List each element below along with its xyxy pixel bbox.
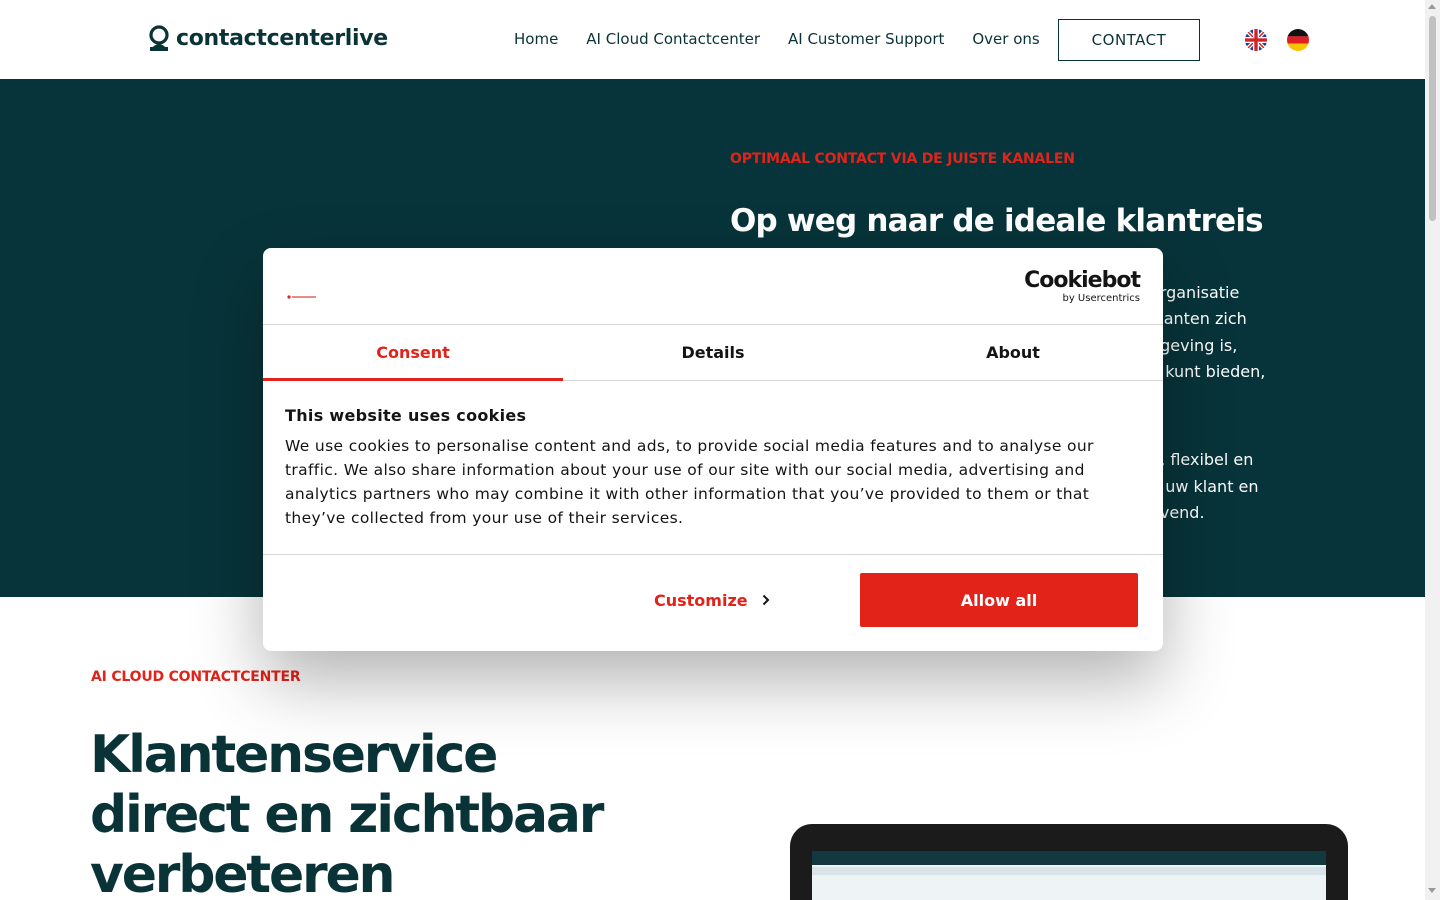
tab-about[interactable]: About — [863, 325, 1163, 380]
hero-text-line: n uw klant en — [1150, 477, 1259, 496]
section-title: Klantenservice direct en zichtbaar verbe… — [90, 725, 650, 900]
hero-text-line: ngeving is, — [1150, 336, 1238, 355]
german-flag-icon[interactable] — [1287, 29, 1309, 51]
nav-over-ons[interactable]: Over ons — [972, 30, 1039, 48]
contact-button[interactable]: CONTACT — [1058, 19, 1200, 61]
nav-home[interactable]: Home — [514, 30, 558, 48]
main-nav: Home AI Cloud Contactcenter AI Customer … — [514, 30, 1040, 48]
tab-consent[interactable]: Consent — [263, 325, 563, 380]
scrollbar-thumb[interactable] — [1429, 16, 1436, 221]
cookie-tabs: Consent Details About — [263, 325, 1163, 381]
site-header: contactcenterlive Home AI Cloud Contactc… — [0, 0, 1425, 79]
customize-button[interactable]: Customize — [654, 591, 770, 610]
hero-text-line: organisatie — [1150, 283, 1240, 302]
cookie-consent-dialog: Cookiebot by Usercentrics Consent Detail… — [263, 248, 1163, 651]
cookie-dialog-header: Cookiebot by Usercentrics — [263, 248, 1163, 325]
hero-text-line: g, flexibel en — [1150, 450, 1254, 469]
hero-title: Op weg naar de ideale klantreis — [730, 203, 1264, 239]
site-logo[interactable]: contactcenterlive — [148, 25, 388, 51]
cookiebot-logo[interactable]: Cookiebot by Usercentrics — [1024, 268, 1141, 305]
active-tab-indicator — [263, 378, 563, 381]
hero-text-line: g kunt bieden, — [1150, 362, 1266, 381]
tablet-mockup-image — [790, 824, 1348, 900]
dashboard-screenshot — [812, 851, 1326, 900]
scroll-up-icon[interactable] — [1428, 4, 1436, 9]
tab-details[interactable]: Details — [563, 325, 863, 380]
cookiebot-sub: by Usercentrics — [1062, 293, 1140, 304]
person-icon — [148, 25, 170, 51]
cookiebot-name: Cookiebot — [1024, 268, 1141, 293]
section-eyebrow: AI CLOUD CONTACTCENTER — [91, 669, 301, 685]
nav-ai-customer-support[interactable]: AI Customer Support — [788, 30, 944, 48]
logo-text: contactcenterlive — [176, 25, 388, 51]
allow-all-button[interactable]: Allow all — [860, 573, 1138, 627]
customize-label: Customize — [654, 591, 748, 610]
cookie-title: This website uses cookies — [285, 406, 527, 425]
section-title-line: direct en zichtbaar — [90, 785, 604, 845]
section-title-line: Klantenservice — [90, 725, 498, 785]
hero-text-line: klanten zich — [1150, 309, 1247, 328]
section-title-line: verbeteren — [90, 845, 396, 900]
nav-ai-cloud-contactcenter[interactable]: AI Cloud Contactcenter — [586, 30, 760, 48]
cookie-body: This website uses cookies We use cookies… — [263, 381, 1163, 555]
uk-flag-icon[interactable] — [1245, 29, 1267, 51]
hero-eyebrow: OPTIMAAL CONTACT VIA DE JUISTE KANALEN — [730, 151, 1075, 167]
chevron-right-icon — [762, 591, 770, 610]
page-scrollbar[interactable] — [1425, 0, 1440, 900]
site-mini-logo — [287, 284, 317, 299]
scroll-down-icon[interactable] — [1428, 888, 1436, 893]
cookie-description: We use cookies to personalise content an… — [285, 437, 1094, 527]
